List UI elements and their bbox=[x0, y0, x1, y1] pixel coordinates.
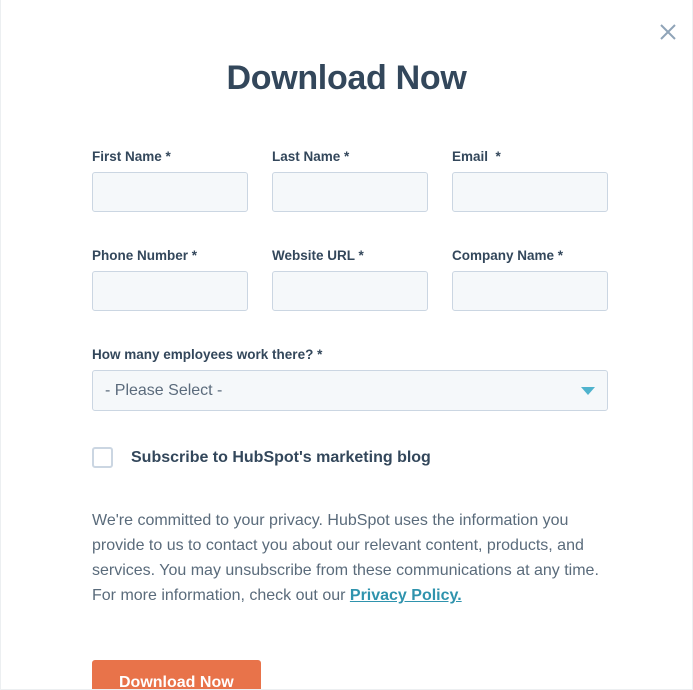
label-first-name: First Name * bbox=[92, 147, 248, 167]
subscribe-label[interactable]: Subscribe to HubSpot's marketing blog bbox=[131, 447, 431, 468]
label-last-name-text: Last Name bbox=[272, 149, 341, 164]
email-input[interactable] bbox=[452, 172, 608, 212]
field-website-url: Website URL * bbox=[272, 246, 428, 311]
website-url-input[interactable] bbox=[272, 271, 428, 311]
label-website-url-text: Website URL bbox=[272, 248, 355, 263]
submit-download-button[interactable]: Download Now bbox=[92, 660, 261, 689]
field-last-name: Last Name * bbox=[272, 147, 428, 212]
field-first-name: First Name * bbox=[92, 147, 248, 212]
label-first-name-text: First Name bbox=[92, 149, 162, 164]
employee-count-select-wrapper: - Please Select - bbox=[92, 370, 608, 411]
required-asterisk: * bbox=[161, 149, 171, 164]
required-asterisk: * bbox=[188, 248, 198, 263]
first-name-input[interactable] bbox=[92, 172, 248, 212]
close-icon[interactable] bbox=[654, 18, 682, 46]
privacy-notice: We're committed to your privacy. HubSpot… bbox=[92, 508, 608, 608]
label-company-name: Company Name * bbox=[452, 246, 608, 266]
privacy-notice-text: We're committed to your privacy. HubSpot… bbox=[92, 512, 599, 604]
label-last-name: Last Name * bbox=[272, 147, 428, 167]
form-row-3: How many employees work there? * - Pleas… bbox=[92, 345, 608, 411]
field-company-name: Company Name * bbox=[452, 246, 608, 311]
subscribe-row: Subscribe to HubSpot's marketing blog bbox=[92, 447, 608, 468]
page-title: Download Now bbox=[226, 59, 467, 97]
form-row-2: Phone Number * Website URL * Company Nam… bbox=[92, 246, 608, 311]
label-email: Email * bbox=[452, 147, 608, 167]
label-employee-count: How many employees work there? * bbox=[92, 345, 608, 365]
subscribe-checkbox[interactable] bbox=[92, 447, 113, 468]
privacy-policy-link[interactable]: Privacy Policy. bbox=[350, 587, 462, 604]
download-now-modal: Download Now First Name * Last Name * Em… bbox=[0, 0, 693, 690]
close-x-glyph bbox=[660, 24, 676, 40]
label-phone-number-text: Phone Number bbox=[92, 248, 189, 263]
label-email-text: Email bbox=[452, 149, 489, 164]
form-row-1: First Name * Last Name * Email * bbox=[92, 147, 608, 212]
field-email: Email * bbox=[452, 147, 608, 212]
label-phone-number: Phone Number * bbox=[92, 246, 248, 266]
required-asterisk: * bbox=[488, 149, 501, 164]
field-employee-count: How many employees work there? * - Pleas… bbox=[92, 345, 608, 411]
label-company-name-text: Company Name bbox=[452, 248, 555, 263]
field-phone-number: Phone Number * bbox=[92, 246, 248, 311]
label-employee-count-text: How many employees work there? bbox=[92, 347, 314, 362]
required-asterisk: * bbox=[313, 347, 323, 362]
company-name-input[interactable] bbox=[452, 271, 608, 311]
required-asterisk: * bbox=[340, 149, 350, 164]
required-asterisk: * bbox=[554, 248, 564, 263]
employee-count-selected-value: - Please Select - bbox=[105, 381, 223, 399]
required-asterisk: * bbox=[354, 248, 364, 263]
label-website-url: Website URL * bbox=[272, 246, 428, 266]
download-form: First Name * Last Name * Email * Phone N… bbox=[92, 147, 608, 689]
phone-number-input[interactable] bbox=[92, 271, 248, 311]
employee-count-select[interactable]: - Please Select - bbox=[92, 370, 608, 411]
last-name-input[interactable] bbox=[272, 172, 428, 212]
